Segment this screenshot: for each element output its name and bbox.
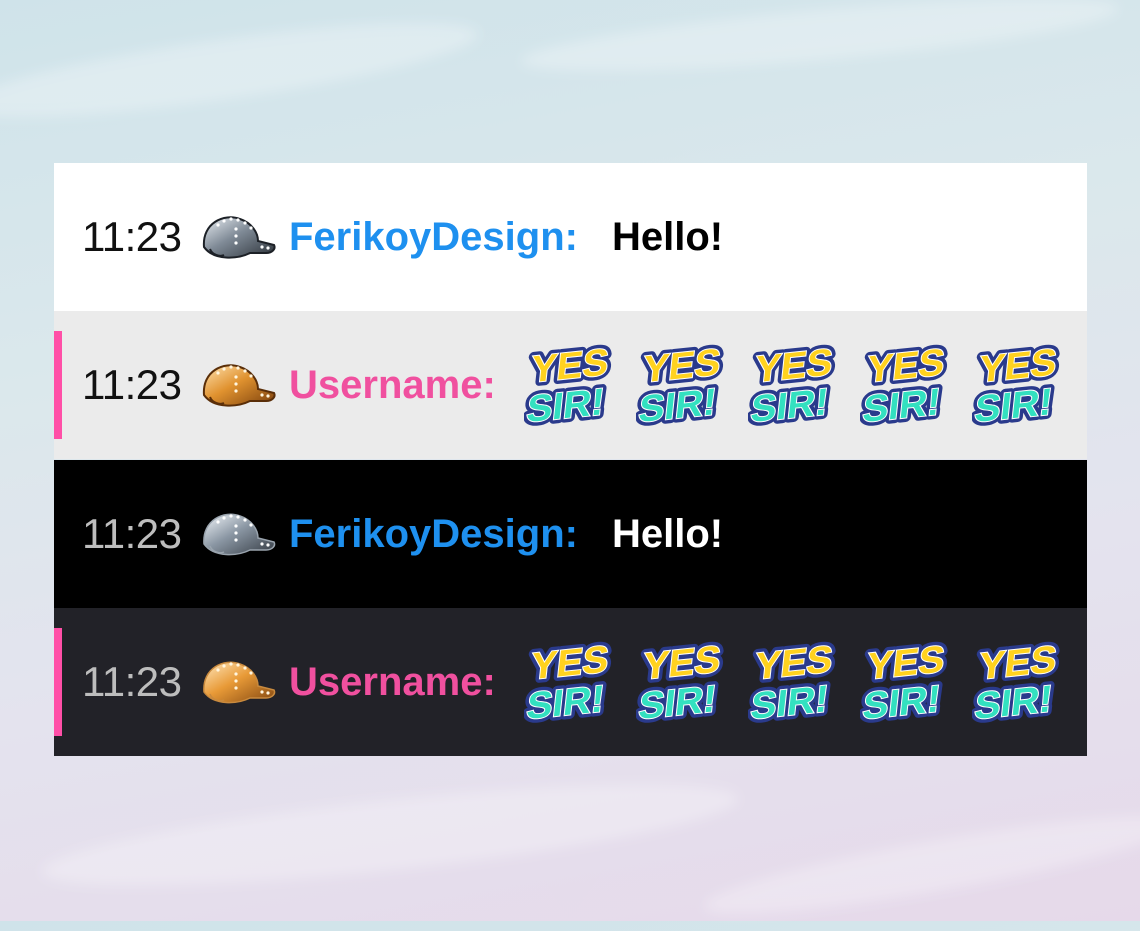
yes-sir-emote[interactable]: YESYESSIR!SIR! (972, 634, 1068, 730)
svg-text:SIR!: SIR! (637, 678, 719, 728)
gold-cap-icon (202, 364, 276, 407)
chat-message-row-highlighted-dark: 11:23 Username: YES YES SIR! SIR! YES YES SIR!… (54, 608, 1087, 756)
chat-message-row-dark: 11:23 FerikoyDesign: Hello! (54, 460, 1087, 608)
chat-message-row-highlighted-light: 11:23 Username: YES YES SIR! SIR! YES YES SIR!… (54, 311, 1087, 459)
silver-cap-icon (203, 513, 276, 556)
username[interactable]: Username: (289, 660, 496, 705)
gold-cap-icon (203, 661, 276, 704)
yes-sir-emote[interactable]: YESYESSIR!SIR! (524, 337, 620, 433)
username[interactable]: Username: (289, 363, 496, 408)
chat-message-row-light: 11:23 FerikoyDesign: Hello! (54, 163, 1087, 311)
svg-text:SIR!: SIR! (973, 678, 1055, 728)
username[interactable]: FerikoyDesign: (289, 215, 578, 260)
chat-preview-panel: 11:23 FerikoyDesign: Hello! 11:23 Userna… (54, 163, 1087, 756)
timestamp: 11:23 (82, 658, 182, 705)
svg-text:SIR!: SIR! (525, 381, 607, 431)
svg-text:SIR!: SIR! (749, 381, 831, 431)
svg-text:SIR!: SIR! (861, 678, 943, 728)
svg-text:SIR!: SIR! (861, 381, 943, 431)
chat-message-text: Hello! (612, 214, 724, 259)
yes-sir-emote[interactable]: YESYESSIR!SIR! (524, 634, 620, 730)
svg-text:SIR!: SIR! (637, 381, 719, 431)
yes-sir-emote[interactable]: YESYESSIR!SIR! (972, 337, 1068, 433)
yes-sir-emote[interactable]: YESYESSIR!SIR! (748, 337, 844, 433)
yes-sir-emote[interactable]: YESYESSIR!SIR! (636, 634, 732, 730)
yes-sir-emote[interactable]: YESYESSIR!SIR! (860, 337, 956, 433)
svg-text:SIR!: SIR! (749, 678, 831, 728)
chat-message-text: Hello! (612, 511, 724, 556)
yes-sir-emote[interactable]: YESYESSIR!SIR! (748, 634, 844, 730)
emote-list: YES YES SIR! SIR! YES YES SIR! SIR! YES YES SIR! SI… (524, 634, 1068, 730)
emote-list: YES YES SIR! SIR! YES YES SIR! SIR! YES YES SIR! SI… (524, 337, 1068, 433)
highlight-bar (54, 331, 62, 439)
timestamp: 11:23 (82, 213, 182, 260)
timestamp: 11:23 (82, 361, 182, 408)
svg-text:SIR!: SIR! (973, 381, 1055, 431)
username[interactable]: FerikoyDesign: (289, 512, 578, 557)
silver-cap-icon (202, 216, 276, 259)
highlight-bar (54, 628, 62, 736)
yes-sir-emote[interactable]: YESYESSIR!SIR! (636, 337, 732, 433)
svg-text:SIR!: SIR! (525, 678, 607, 728)
yes-sir-emote[interactable]: YESYESSIR!SIR! (860, 634, 956, 730)
timestamp: 11:23 (82, 510, 182, 557)
